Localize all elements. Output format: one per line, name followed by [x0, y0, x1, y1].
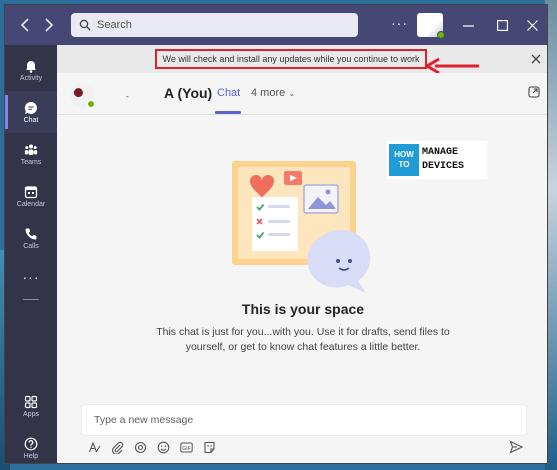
banner-message: We will check and install any updates wh… — [154, 49, 428, 69]
gif-button[interactable]: GIF — [175, 438, 198, 456]
emoji-button[interactable] — [152, 438, 175, 456]
chat-icon — [24, 101, 37, 114]
logo-left-block: HOW TO — [389, 144, 419, 176]
rail-label: Help — [23, 452, 39, 460]
compose-placeholder: Type a new message — [94, 414, 194, 426]
format-button[interactable] — [83, 438, 106, 456]
tab-more-label: 4 more — [251, 87, 286, 99]
app-rail: Activity Chat Teams Calendar Calls ··· A… — [5, 45, 57, 463]
rail-item-activity[interactable]: Activity — [5, 49, 57, 91]
rail-label: Apps — [23, 410, 39, 418]
bell-icon — [26, 60, 36, 73]
rail-label: Calls — [23, 242, 39, 250]
teams-window: Search ··· Activity Chat Teams Calendar — [4, 4, 548, 464]
minimize-button[interactable] — [451, 5, 485, 45]
logo-right-block: MANAGE DEVICES — [422, 146, 464, 174]
logo-text-to: TO — [398, 160, 410, 169]
maximize-icon — [496, 19, 508, 31]
close-window-button[interactable] — [515, 5, 547, 45]
emoji-icon — [157, 441, 170, 453]
search-input[interactable]: Search — [71, 13, 358, 37]
active-tab-indicator — [215, 111, 241, 114]
sticker-icon — [204, 441, 215, 453]
rail-item-chat[interactable]: Chat — [5, 91, 57, 133]
teams-icon — [24, 144, 38, 155]
chevron-down-icon: ⌄ — [288, 89, 296, 98]
settings-more-button[interactable]: ··· — [391, 15, 408, 31]
rail-item-calendar[interactable]: Calendar — [5, 175, 57, 217]
pop-out-icon[interactable] — [528, 86, 540, 98]
title-bar: Search ··· — [5, 5, 547, 45]
chat-main: HOW TO MANAGE DEVICES This is your space… — [57, 115, 547, 463]
presence-available-icon — [437, 31, 445, 39]
search-icon — [79, 19, 91, 31]
rail-divider — [23, 299, 39, 300]
apps-icon — [24, 395, 38, 408]
help-icon — [24, 437, 38, 450]
logo-text-how: HOW — [394, 150, 414, 159]
compose-toolbar: GIF — [83, 438, 221, 456]
space-title: This is your space — [241, 301, 365, 317]
logo-text-devices: DEVICES — [422, 161, 465, 172]
more-apps-button[interactable]: ··· — [5, 269, 57, 285]
phone-icon — [25, 228, 37, 240]
logo-text-manage: MANAGE — [422, 147, 459, 158]
maximize-button[interactable] — [485, 5, 519, 45]
contact-name: A (You) — [164, 85, 213, 101]
rail-item-calls[interactable]: Calls — [5, 217, 57, 259]
forward-button[interactable] — [37, 5, 61, 45]
chevron-right-icon — [45, 18, 54, 32]
tab-more[interactable]: 4 more ⌄ — [251, 87, 295, 99]
search-placeholder: Search — [97, 19, 132, 31]
close-icon — [526, 19, 538, 31]
profile-avatar[interactable] — [417, 13, 445, 39]
gif-label: GIF — [182, 445, 190, 451]
loop-icon — [134, 441, 147, 453]
close-icon[interactable] — [529, 52, 543, 66]
space-description: This chat is just for you...with you. Us… — [156, 326, 450, 353]
send-icon[interactable] — [509, 440, 523, 454]
loop-button[interactable] — [129, 438, 152, 456]
contact-avatar[interactable] — [70, 83, 95, 108]
rail-label: Teams — [20, 158, 42, 166]
presence-available-icon — [87, 100, 95, 108]
how-to-manage-devices-logo: HOW TO MANAGE DEVICES — [387, 141, 487, 179]
chevron-left-icon — [20, 18, 29, 32]
back-button[interactable] — [13, 5, 37, 45]
rail-item-help[interactable]: Help — [5, 427, 57, 463]
rail-item-apps[interactable]: Apps — [5, 385, 57, 427]
tab-chat[interactable]: Chat — [217, 87, 240, 99]
sticker-button[interactable] — [198, 438, 221, 456]
rail-label: Chat — [23, 116, 39, 124]
your-space-illustration — [232, 161, 371, 293]
format-text-icon — [88, 440, 101, 452]
chat-header: - A (You) Chat 4 more ⌄ — [57, 73, 547, 115]
calendar-icon — [24, 185, 38, 198]
gif-icon: GIF — [180, 442, 193, 452]
paperclip-icon — [111, 441, 124, 454]
message-compose-input[interactable]: Type a new message — [81, 404, 527, 436]
rail-label: Calendar — [16, 200, 46, 208]
rail-label: Activity — [19, 74, 43, 82]
rail-item-teams[interactable]: Teams — [5, 133, 57, 175]
attach-button[interactable] — [106, 438, 129, 456]
contact-name-fragment: - — [126, 92, 129, 101]
minimize-icon — [462, 24, 474, 27]
